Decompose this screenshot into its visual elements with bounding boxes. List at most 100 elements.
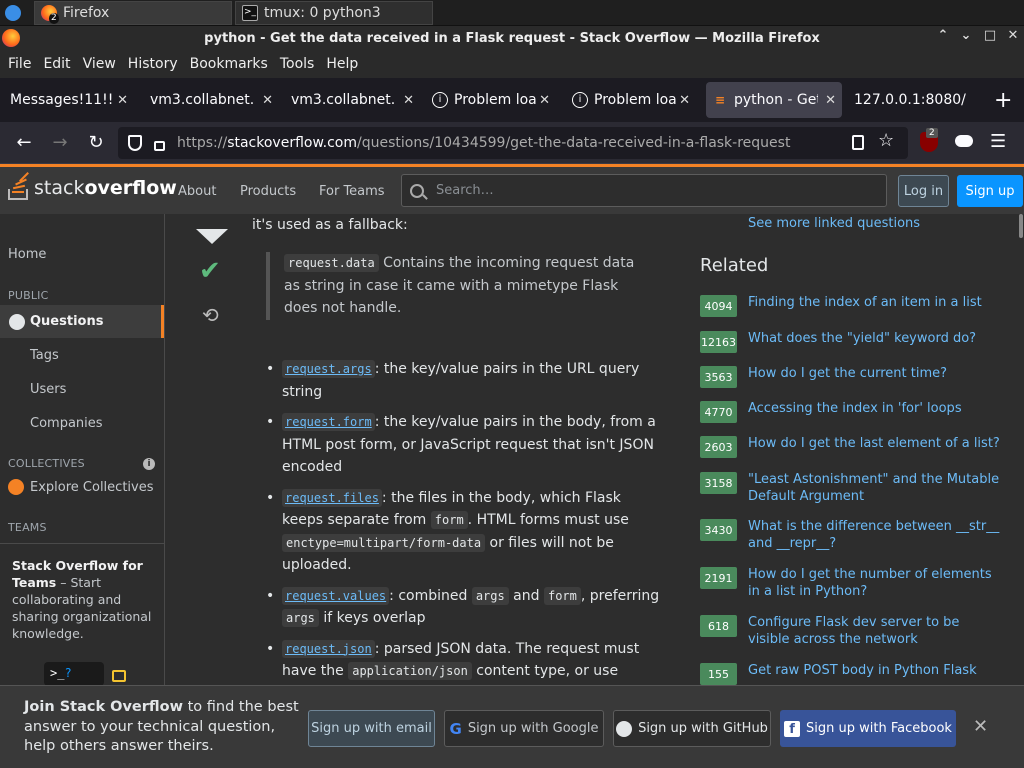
sidebar-item-users[interactable]: Users [30,382,164,397]
signup-google-button[interactable]: G Sign up with Google [444,710,604,747]
reload-icon[interactable]: ↻ [84,132,108,154]
signup-github-button[interactable]: Sign up with GitHub [613,710,771,747]
reader-view-icon[interactable] [852,135,864,150]
related-question-link[interactable]: What is the difference between __str__ a… [748,519,1003,552]
related-question[interactable]: 3430 What is the difference between __str… [700,519,1020,552]
logo-text-bold: overflow [84,177,177,199]
taskbar-item-tmux[interactable]: >_ tmux: 0 python3 [235,1,433,25]
list-item-text: content type, or use [471,663,619,679]
keep-above-button[interactable]: ⌃ [933,28,953,43]
see-more-linked-link[interactable]: See more linked questions [748,216,920,231]
search-input[interactable]: Search… [401,174,887,207]
related-question[interactable]: 4770 Accessing the index in 'for' loops [700,401,1020,423]
tab-collabnet-2[interactable]: vm3.collabnet.l ✕ [285,82,420,118]
related-question[interactable]: 618 Configure Flask dev server to be visi… [700,615,1020,648]
related-question[interactable]: 12163 What does the "yield" keyword do? [700,331,1020,353]
sidebar-item-companies[interactable]: Companies [30,416,164,431]
close-tab-icon[interactable]: ✕ [117,93,128,108]
related-question[interactable]: 3158 "Least Astonishment" and the Mutable… [700,472,1020,505]
lock-icon[interactable] [154,140,165,151]
shield-icon[interactable] [128,135,142,151]
login-button[interactable]: Log in [898,175,949,207]
vote-count-badge: 2191 [700,567,737,589]
menu-view[interactable]: View [83,56,116,72]
related-question[interactable]: 3563 How do I get the current time? [700,366,1020,388]
related-question-link[interactable]: Accessing the index in 'for' loops [748,401,1003,423]
sidebar-item-questions[interactable]: Questions [0,305,164,338]
close-window-button[interactable]: ✕ [1003,28,1023,43]
menu-file[interactable]: File [8,56,31,72]
related-question-link[interactable]: "Least Astonishment" and the Mutable Def… [748,472,1003,505]
url-bar[interactable]: https://stackoverflow.com/questions/1043… [118,127,908,159]
tab-problem-loading-2[interactable]: i Problem loadi ✕ [566,82,696,118]
minimize-button[interactable]: ⌄ [956,28,976,43]
signup-email-button[interactable]: Sign up with email [308,710,435,747]
history-icon[interactable]: ⟲ [202,303,219,327]
nav-for-teams[interactable]: For Teams [319,184,385,199]
tab-localhost[interactable]: 127.0.0.1:8080/ [848,82,978,118]
menu-history[interactable]: History [128,56,178,72]
code-link[interactable]: request.files [282,488,382,507]
new-tab-icon[interactable]: + [994,88,1012,113]
taskbar-item-firefox[interactable]: 2 Firefox [34,1,232,25]
close-tab-icon[interactable]: ✕ [825,93,836,108]
scrollbar-thumb[interactable] [1019,214,1023,238]
url-text[interactable]: https://stackoverflow.com/questions/1043… [177,135,790,151]
related-question-link[interactable]: Get raw POST body in Python Flask [748,663,1003,685]
menu-edit[interactable]: Edit [43,56,70,72]
related-question-link[interactable]: How do I get the current time? [748,366,1003,388]
close-tab-icon[interactable]: ✕ [679,93,690,108]
close-tab-icon[interactable]: ✕ [403,93,414,108]
vote-count-badge: 3430 [700,519,737,541]
system-menu-icon[interactable] [5,5,21,21]
maximize-button[interactable]: □ [980,28,1000,43]
list-item: request.form: the key/value pairs in the… [264,411,664,479]
close-tab-icon[interactable]: ✕ [262,93,273,108]
sidebar-item-explore-collectives[interactable]: Explore Collectives [8,479,154,495]
tab-stackoverflow[interactable]: ≡ python - Get t ✕ [706,82,842,118]
hamburger-menu-icon[interactable]: ☰ [990,131,1006,152]
forward-icon[interactable]: → [48,132,72,154]
tab-problem-loading-1[interactable]: i Problem loadi ✕ [426,82,556,118]
related-question[interactable]: 155 Get raw POST body in Python Flask [700,663,1020,685]
sidebar-item-home[interactable]: Home [8,247,164,262]
menu-tools[interactable]: Tools [280,56,315,72]
signup-facebook-button[interactable]: f Sign up with Facebook [780,710,956,747]
code-link[interactable]: request.form [282,413,375,431]
nav-products[interactable]: Products [240,184,296,199]
private-mask-icon[interactable] [955,135,973,147]
related-question[interactable]: 2191 How do I get the number of elements … [700,567,1020,600]
url-domain: stackoverflow.com [227,135,357,151]
code-link[interactable]: request.values [282,586,390,605]
related-question-link[interactable]: How do I get the last element of a list? [748,436,1003,458]
related-question-link[interactable]: Configure Flask dev server to be visible… [748,615,1003,648]
inline-code: application/json [348,662,472,680]
signup-button[interactable]: Sign up [957,175,1023,207]
back-icon[interactable]: ← [12,132,36,154]
info-icon[interactable]: i [143,458,155,470]
tab-collabnet-1[interactable]: vm3.collabnet.l ✕ [144,82,279,118]
button-label: Sign up with Google [467,721,599,736]
close-banner-icon[interactable]: ✕ [973,716,988,737]
sidebar-item-tags[interactable]: Tags [30,348,164,363]
nav-about[interactable]: About [178,184,216,199]
bookmark-star-icon[interactable]: ☆ [878,130,894,151]
inline-code: enctype=multipart/form-data [282,533,486,552]
code-link[interactable]: request.args [282,360,375,378]
code-link[interactable]: request.json [282,639,375,658]
related-question-link[interactable]: Finding the index of an item in a list [748,295,1003,317]
sidebar-item-label: Questions [30,314,104,329]
signup-banner: Join Stack Overflow to find the best ans… [0,685,1024,768]
menu-help[interactable]: Help [326,56,358,72]
menu-bookmarks[interactable]: Bookmarks [190,56,268,72]
tab-messages[interactable]: Messages!11!! ✕ [4,82,134,118]
related-question[interactable]: 2603 How do I get the last element of a l… [700,436,1020,458]
left-sidebar: Home PUBLIC Questions Tags Users Compani… [0,214,165,686]
button-label: Sign up with Facebook [806,721,952,736]
related-question[interactable]: 4094 Finding the index of an item in a li… [700,295,1020,317]
close-tab-icon[interactable]: ✕ [539,93,550,108]
related-question-link[interactable]: What does the "yield" keyword do? [748,331,1003,353]
downvote-icon[interactable] [196,229,228,244]
stackoverflow-logo[interactable]: stack overflow [8,172,177,201]
related-question-link[interactable]: How do I get the number of elements in a… [748,567,1003,600]
